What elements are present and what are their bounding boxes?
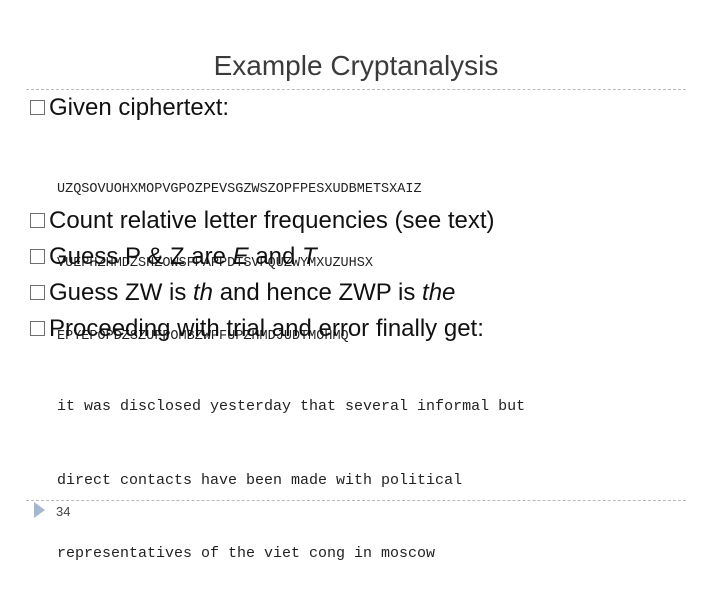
bullet-emphasis: T <box>302 243 317 270</box>
title-divider <box>26 89 686 90</box>
bullet-given: Given ciphertext: <box>30 94 229 122</box>
slide-number: 34 <box>56 504 71 519</box>
bullet-text: Guess ZW is <box>49 279 194 306</box>
bullet-text: Count relative letter frequencies (see t… <box>49 207 495 234</box>
bullet-box-icon <box>30 285 45 300</box>
plaintext-line: direct contacts have been made with poli… <box>57 471 463 489</box>
bullet-box-icon <box>30 249 45 264</box>
triangle-marker-icon <box>34 502 45 518</box>
bullet-text: and <box>248 243 303 270</box>
bullet-emphasis: E <box>232 243 249 270</box>
bullet-text: Given ciphertext: <box>49 94 230 121</box>
ciphertext-line: UZQSOVUOHXMOPVGPOZPEVSGZWSZOPFPESXUDBMET… <box>57 182 422 197</box>
bullet-box-icon <box>30 213 45 228</box>
bullet-box-icon <box>30 321 45 336</box>
bullet-text: and hence ZWP is <box>213 279 423 306</box>
bullet-count: Count relative letter frequencies (see t… <box>30 207 495 235</box>
plaintext-line: it was disclosed yesterday that several … <box>57 398 526 415</box>
bullet-text: Proceeding with trial and error finally … <box>49 315 484 342</box>
bullet-proceed: Proceeding with trial and error finally … <box>30 315 484 343</box>
bullet-emphasis: th <box>193 279 214 306</box>
bullet-box-icon <box>30 100 45 115</box>
footer-divider <box>26 500 686 501</box>
plaintext-block: it was disclosed yesterday that several … <box>57 346 525 591</box>
bullet-emphasis: the <box>422 279 456 306</box>
plaintext-line: representatives of the viet cong in mosc… <box>57 545 436 562</box>
bullet-guess-zw: Guess ZW is th and hence ZWP is the <box>30 279 455 307</box>
bullet-guess-p-z: Guess P & Z are E and T <box>30 243 317 271</box>
bullet-text: Guess P & Z are <box>49 243 233 270</box>
slide-title: Example Cryptanalysis <box>213 50 499 81</box>
